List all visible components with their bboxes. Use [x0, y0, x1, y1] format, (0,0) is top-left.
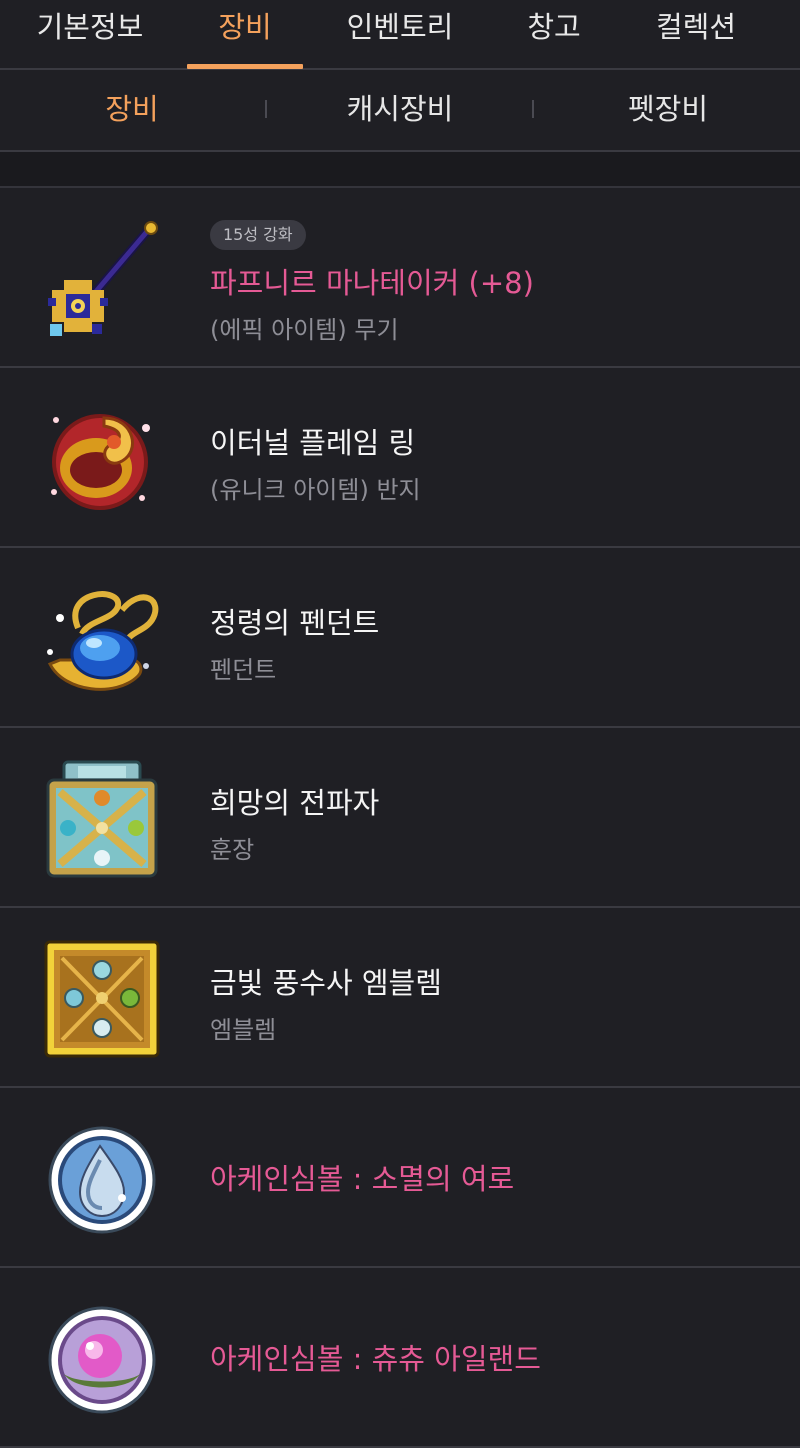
- item-category: (유니크 아이템) 반지: [210, 476, 421, 504]
- subtab-divider: [265, 100, 267, 118]
- list-item-pendant[interactable]: 정령의 펜던트 펜던트: [0, 548, 800, 728]
- tab-storage[interactable]: 창고: [500, 0, 608, 68]
- list-item-emblem[interactable]: 금빛 풍수사 엠블렘 엠블렘: [0, 908, 800, 1088]
- subtab-pet-equipment[interactable]: 펫장비: [598, 70, 738, 150]
- staff-icon: [42, 220, 162, 340]
- item-name: 금빛 풍수사 엠블렘: [210, 966, 442, 1000]
- starforce-badge: 15성 강화: [210, 220, 306, 250]
- item-category: (에픽 아이템) 무기: [210, 316, 399, 344]
- item-name: 아케인심볼 : 츄츄 아일랜드: [210, 1342, 541, 1376]
- flame-ring-icon: [42, 400, 162, 520]
- section-spacer: [0, 152, 800, 188]
- list-item-arcane-symbol[interactable]: 아케인심볼 : 츄츄 아일랜드: [0, 1268, 800, 1448]
- subtab-equipment[interactable]: 장비: [72, 70, 192, 150]
- pendant-icon: [42, 580, 162, 700]
- item-category: 펜던트: [210, 656, 277, 684]
- emblem-icon: [42, 940, 162, 1060]
- list-item-ring[interactable]: 이터널 플레임 링 (유니크 아이템) 반지: [0, 368, 800, 548]
- subtab-divider: [532, 100, 534, 118]
- item-category: 엠블렘: [210, 1016, 277, 1044]
- item-name: 정령의 펜던트: [210, 606, 380, 640]
- subtab-cash-equipment[interactable]: 캐시장비: [320, 70, 480, 150]
- list-item-weapon[interactable]: 15성 강화 파프니르 마나테이커 (+8) (에픽 아이템) 무기: [0, 188, 800, 368]
- item-name: 아케인심볼 : 소멸의 여로: [210, 1162, 515, 1196]
- tab-equipment[interactable]: 장비: [187, 0, 303, 68]
- item-name: 파프니르 마나테이커 (+8): [210, 266, 534, 300]
- item-category: 훈장: [210, 836, 255, 864]
- main-tab-bar: 기본정보 장비 인벤토리 창고 컬렉션: [0, 0, 800, 70]
- medal-icon: [42, 760, 162, 880]
- list-item-arcane-symbol[interactable]: 아케인심볼 : 소멸의 여로: [0, 1088, 800, 1268]
- active-tab-indicator: [187, 64, 303, 69]
- arcane-symbol-chuchu-icon: [42, 1300, 162, 1420]
- item-name: 희망의 전파자: [210, 786, 380, 820]
- tab-inventory[interactable]: 인벤토리: [330, 0, 470, 68]
- sub-tab-bar: 장비 캐시장비 펫장비: [0, 70, 800, 152]
- equipment-list: 15성 강화 파프니르 마나테이커 (+8) (에픽 아이템) 무기 이터널 플…: [0, 188, 800, 1448]
- tab-collection[interactable]: 컬렉션: [636, 0, 756, 68]
- item-name: 이터널 플레임 링: [210, 426, 416, 460]
- list-item-medal[interactable]: 희망의 전파자 훈장: [0, 728, 800, 908]
- arcane-symbol-vanishing-icon: [42, 1120, 162, 1240]
- tab-basic-info[interactable]: 기본정보: [20, 0, 160, 68]
